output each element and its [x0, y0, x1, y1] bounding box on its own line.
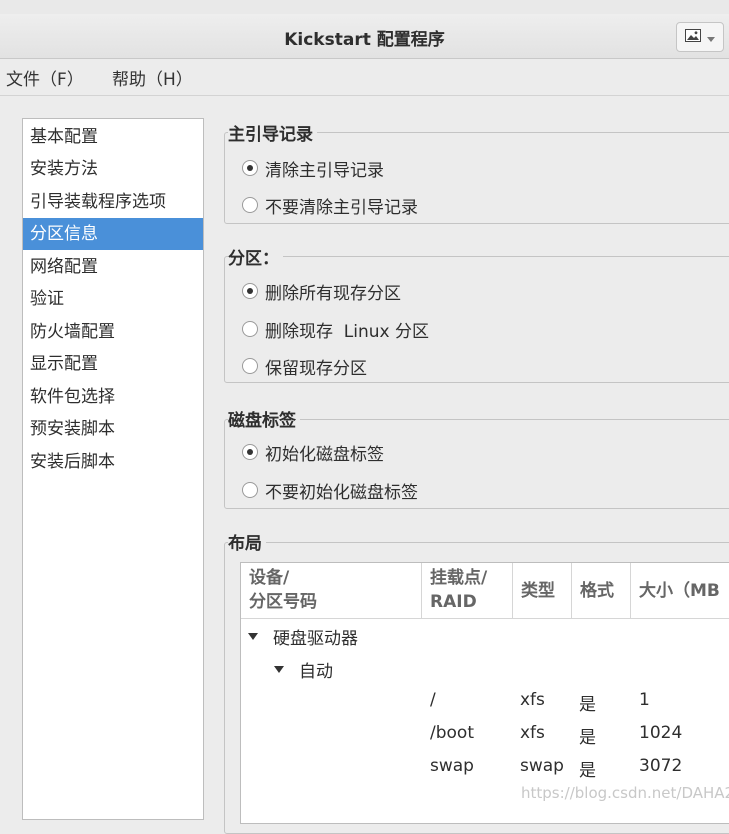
sidebar-item-pre-script[interactable]: 预安装脚本 — [23, 413, 203, 445]
radio-button[interactable] — [242, 197, 258, 213]
expander-arrow-icon[interactable] — [274, 666, 284, 673]
row-3-format: 是 — [579, 761, 596, 781]
radio-button[interactable] — [242, 358, 258, 374]
column-header-size[interactable]: 大小（MB — [631, 563, 729, 619]
column-header-type[interactable]: 类型 — [513, 563, 572, 619]
radio-button[interactable] — [242, 482, 258, 498]
radio-label: 删除所有现存分区 — [265, 283, 401, 304]
row-1-size: 1 — [639, 690, 650, 710]
radio-label: 不要清除主引导记录 — [265, 197, 418, 218]
row-2-type: xfs — [520, 723, 545, 743]
window-title: Kickstart 配置程序 — [284, 30, 445, 50]
sidebar-item-firewall[interactable]: 防火墙配置 — [23, 316, 203, 348]
disklabel-title: 磁盘标签 — [228, 406, 300, 431]
tree-node-auto[interactable]: 自动 — [299, 657, 333, 682]
mbr-option-clear[interactable]: 清除主引导记录 — [242, 156, 384, 181]
sidebar-item-display[interactable]: 显示配置 — [23, 348, 203, 380]
header-line: 设备/ — [249, 568, 290, 588]
disklabel-option-no-init[interactable]: 不要初始化磁盘标签 — [242, 478, 418, 503]
radio-label: 删除现存 Linux 分区 — [265, 321, 430, 342]
row-1-mount[interactable]: / — [430, 690, 436, 710]
radio-button[interactable] — [242, 283, 258, 299]
header-line: 分区号码 — [249, 592, 317, 612]
row-3-type: swap — [520, 756, 564, 776]
partition-option-remove-linux[interactable]: 删除现存 Linux 分区 — [242, 317, 430, 342]
sidebar-item-bootloader[interactable]: 引导装载程序选项 — [23, 186, 203, 218]
partition-title: 分区： — [228, 244, 283, 269]
sidebar-item-partition[interactable]: 分区信息 — [23, 218, 203, 250]
disklabel-option-init[interactable]: 初始化磁盘标签 — [242, 440, 384, 465]
partition-option-remove-all[interactable]: 删除所有现存分区 — [242, 279, 401, 304]
column-header-format[interactable]: 格式 — [572, 563, 631, 619]
row-3-mount[interactable]: swap — [430, 756, 474, 776]
row-2-format: 是 — [579, 728, 596, 748]
row-1-format: 是 — [579, 695, 596, 715]
row-3-size: 3072 — [639, 756, 683, 776]
window-menu-button[interactable] — [676, 22, 724, 52]
row-1-type: xfs — [520, 690, 545, 710]
radio-label: 不要初始化磁盘标签 — [265, 482, 418, 503]
row-2-mount[interactable]: /boot — [430, 723, 474, 743]
title-bar: Kickstart 配置程序 — [0, 14, 729, 59]
sidebar-item-post-script[interactable]: 安装后脚本 — [23, 446, 203, 478]
expander-arrow-icon[interactable] — [248, 633, 258, 640]
menu-help[interactable]: 帮助（H） — [112, 65, 193, 90]
radio-label: 清除主引导记录 — [265, 160, 384, 181]
mbr-option-keep[interactable]: 不要清除主引导记录 — [242, 193, 418, 218]
menu-file[interactable]: 文件（F） — [6, 65, 84, 90]
tree-node-hard-drives[interactable]: 硬盘驱动器 — [273, 624, 358, 649]
column-header-mount[interactable]: 挂载点/ RAID — [422, 563, 513, 619]
radio-label: 保留现存分区 — [265, 358, 367, 379]
partition-option-preserve[interactable]: 保留现存分区 — [242, 354, 367, 379]
watermark: https://blog.csdn.net/DAHA2 — [521, 784, 729, 802]
column-header-device[interactable]: 设备/ 分区号码 — [241, 563, 422, 619]
sidebar-item-auth[interactable]: 验证 — [23, 283, 203, 315]
mbr-title: 主引导记录 — [228, 120, 317, 145]
menu-bar: 文件（F） 帮助（H） — [0, 59, 729, 96]
chevron-down-icon — [707, 27, 715, 47]
sidebar: 基本配置 安装方法 引导装载程序选项 分区信息 网络配置 验证 防火墙配置 显示… — [22, 118, 204, 820]
header-line: 挂载点/ — [430, 568, 488, 588]
sidebar-item-network[interactable]: 网络配置 — [23, 251, 203, 283]
row-2-size: 1024 — [639, 723, 683, 743]
layout-title: 布局 — [228, 529, 266, 554]
radio-button[interactable] — [242, 321, 258, 337]
top-strip — [0, 0, 729, 15]
image-icon — [685, 27, 701, 47]
radio-button[interactable] — [242, 160, 258, 176]
sidebar-item-install-method[interactable]: 安装方法 — [23, 153, 203, 185]
header-line: RAID — [430, 592, 477, 612]
radio-label: 初始化磁盘标签 — [265, 444, 384, 465]
radio-button[interactable] — [242, 444, 258, 460]
sidebar-item-basic[interactable]: 基本配置 — [23, 121, 203, 153]
sidebar-item-packages[interactable]: 软件包选择 — [23, 381, 203, 413]
